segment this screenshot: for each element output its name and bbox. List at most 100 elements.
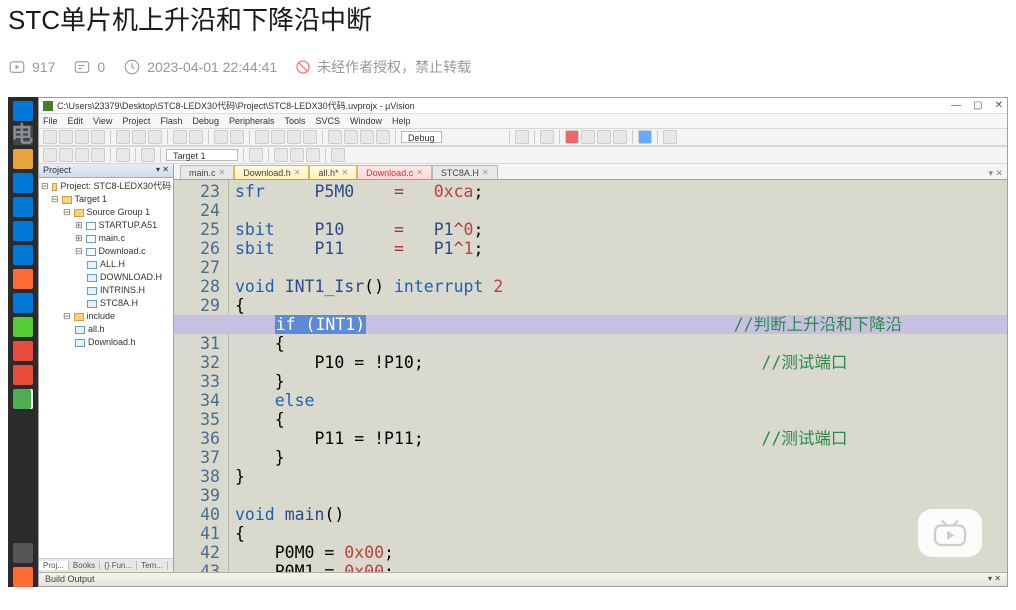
redo-button[interactable] bbox=[189, 130, 203, 144]
stop-build[interactable] bbox=[116, 148, 130, 162]
editor-tab[interactable]: Download.h✕ bbox=[234, 165, 309, 179]
paste-button[interactable] bbox=[148, 130, 162, 144]
taskbar-icon[interactable] bbox=[13, 341, 33, 361]
menu-peripherals[interactable]: Peripherals bbox=[229, 116, 275, 126]
tab-close-icon[interactable]: ✕ bbox=[294, 168, 301, 177]
save-all-button[interactable] bbox=[91, 130, 105, 144]
taskbar-icon[interactable] bbox=[13, 245, 33, 265]
tree-include[interactable]: include bbox=[87, 310, 116, 323]
tree-file[interactable]: ALL.H bbox=[100, 258, 125, 271]
menu-debug[interactable]: Debug bbox=[192, 116, 219, 126]
keil-icon[interactable] bbox=[13, 389, 33, 409]
close-button[interactable]: ✕ bbox=[995, 100, 1003, 111]
minimize-button[interactable]: — bbox=[951, 100, 961, 111]
tree-file[interactable]: main.c bbox=[99, 232, 126, 245]
bookmark[interactable] bbox=[271, 130, 285, 144]
tab-close-icon[interactable]: ✕ bbox=[482, 168, 489, 177]
tree-file[interactable]: DOWNLOAD.H bbox=[100, 271, 162, 284]
editor-tab-active[interactable]: all.h*✕ bbox=[309, 165, 357, 179]
tree-group[interactable]: Source Group 1 bbox=[87, 206, 151, 219]
code-view[interactable]: 2324252627282930313233343536373839404142… bbox=[174, 180, 1007, 572]
menu-edit[interactable]: Edit bbox=[68, 116, 84, 126]
project-tree[interactable]: ⊟Project: STC8-LEDX30代码 ⊟Target 1 ⊟Sourc… bbox=[39, 178, 173, 558]
comment[interactable] bbox=[360, 130, 374, 144]
taskbar-icon[interactable] bbox=[13, 173, 33, 193]
manage[interactable] bbox=[306, 148, 320, 162]
bp-list[interactable] bbox=[613, 130, 627, 144]
bookmark[interactable] bbox=[303, 130, 317, 144]
taskbar-icon[interactable] bbox=[13, 567, 33, 587]
menu-file[interactable]: File bbox=[43, 116, 58, 126]
taskbar-icon[interactable] bbox=[13, 543, 33, 563]
batch[interactable] bbox=[91, 148, 105, 162]
build[interactable] bbox=[59, 148, 73, 162]
copy-button[interactable] bbox=[132, 130, 146, 144]
download[interactable] bbox=[141, 148, 155, 162]
build-output-bar[interactable]: Build Output ▾ ✕ bbox=[39, 572, 1007, 586]
taskbar-icon[interactable] bbox=[13, 221, 33, 241]
find[interactable] bbox=[515, 130, 529, 144]
taskbar-icon[interactable] bbox=[13, 197, 33, 217]
save-button[interactable] bbox=[75, 130, 89, 144]
open-button[interactable] bbox=[59, 130, 73, 144]
footer-tab[interactable]: Tem... bbox=[137, 561, 168, 570]
tree-file[interactable]: INTRINS.H bbox=[100, 284, 145, 297]
tree-file[interactable]: STC8A.H bbox=[100, 297, 138, 310]
taskbar-icon[interactable] bbox=[13, 293, 33, 313]
manage[interactable] bbox=[274, 148, 288, 162]
config[interactable] bbox=[540, 130, 554, 144]
editor-tab[interactable]: Download.c✕ bbox=[357, 165, 432, 179]
menu-flash[interactable]: Flash bbox=[160, 116, 182, 126]
tab-close-icon[interactable]: ✕ bbox=[416, 168, 423, 177]
editor-tab[interactable]: STC8A.H✕ bbox=[432, 165, 498, 179]
tree-file[interactable]: all.h bbox=[88, 323, 105, 336]
footer-tab[interactable]: Books bbox=[69, 561, 100, 570]
nav-back[interactable] bbox=[214, 130, 228, 144]
uncomment[interactable] bbox=[376, 130, 390, 144]
video-play-badge[interactable] bbox=[918, 509, 982, 557]
cut-button[interactable] bbox=[116, 130, 130, 144]
menu-tools[interactable]: Tools bbox=[284, 116, 305, 126]
menu-view[interactable]: View bbox=[93, 116, 112, 126]
target-combo[interactable]: Target 1 bbox=[166, 149, 238, 161]
taskbar-icon[interactable] bbox=[13, 269, 33, 289]
menu-svcs[interactable]: SVCS bbox=[316, 116, 341, 126]
tab-close-icon[interactable]: ✕ bbox=[219, 168, 226, 177]
bookmark[interactable] bbox=[287, 130, 301, 144]
menu-project[interactable]: Project bbox=[122, 116, 150, 126]
menu-help[interactable]: Help bbox=[392, 116, 411, 126]
breakpoint[interactable] bbox=[565, 130, 579, 144]
bookmark[interactable] bbox=[255, 130, 269, 144]
window-btn[interactable] bbox=[638, 130, 652, 144]
rebuild[interactable] bbox=[75, 148, 89, 162]
undo-button[interactable] bbox=[173, 130, 187, 144]
explorer-icon[interactable] bbox=[13, 149, 33, 169]
debug-combo[interactable]: Debug bbox=[401, 131, 442, 143]
code-content[interactable]: sfr P5M0 = 0xca; sbit P10 = P1^0;sbit P1… bbox=[229, 180, 1007, 572]
disable-bp[interactable] bbox=[581, 130, 595, 144]
tab-close-icon[interactable]: ✕ bbox=[341, 168, 348, 177]
maximize-button[interactable]: ▢ bbox=[973, 100, 982, 111]
options[interactable] bbox=[249, 148, 263, 162]
outdent[interactable] bbox=[344, 130, 358, 144]
manage[interactable] bbox=[290, 148, 304, 162]
tree-root[interactable]: Project: STC8-LEDX30代码 bbox=[60, 180, 171, 193]
husk[interactable] bbox=[331, 148, 345, 162]
tree-file[interactable]: STARTUP.A51 bbox=[99, 219, 158, 232]
taskbar-icon[interactable] bbox=[13, 317, 33, 337]
editor-tab[interactable]: main.c✕ bbox=[180, 165, 234, 179]
nav-fwd[interactable] bbox=[230, 130, 244, 144]
indent[interactable] bbox=[328, 130, 342, 144]
menu-window[interactable]: Window bbox=[350, 116, 382, 126]
tree-file[interactable]: Download.c bbox=[99, 245, 146, 258]
translate[interactable] bbox=[43, 148, 57, 162]
tool[interactable] bbox=[663, 130, 677, 144]
kill-bp[interactable] bbox=[597, 130, 611, 144]
footer-tab[interactable]: {} Fun... bbox=[100, 561, 137, 570]
taskbar-icon[interactable] bbox=[13, 365, 33, 385]
panel-pin-icon[interactable]: ▾ ✕ bbox=[156, 165, 169, 176]
panel-pin-icon[interactable]: ▾ ✕ bbox=[988, 574, 1001, 585]
tree-target[interactable]: Target 1 bbox=[75, 193, 108, 206]
tab-strip-controls[interactable]: ▾ ✕ bbox=[988, 168, 1007, 179]
footer-tab[interactable]: Proj... bbox=[39, 561, 69, 570]
